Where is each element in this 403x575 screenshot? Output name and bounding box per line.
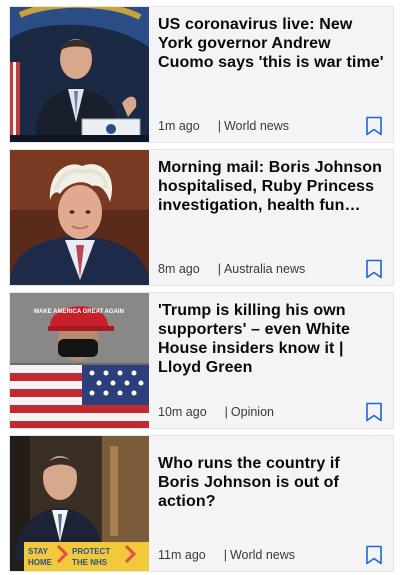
article-timestamp: 1m ago <box>158 119 200 133</box>
article-section: | Australia news <box>218 262 306 276</box>
bookmark-button[interactable] <box>365 259 383 279</box>
bookmark-icon <box>366 545 382 565</box>
article-image-2[interactable] <box>10 150 149 285</box>
meta-separator: | <box>217 119 221 133</box>
article-section-label: Australia news <box>223 262 306 276</box>
meta-separator: | <box>223 548 227 562</box>
article-headline[interactable]: 'Trump is killing his own supporters' – … <box>158 301 385 377</box>
article-card-1[interactable]: US coronavirus live: New York governor A… <box>9 6 394 143</box>
news-feed: US coronavirus live: New York governor A… <box>0 0 403 575</box>
cap-text: MAKE AMERICA GREAT AGAIN <box>34 309 124 315</box>
article-content-2: Morning mail: Boris Johnson hospitalised… <box>149 150 393 285</box>
podium-word-2: HOME <box>28 558 53 567</box>
article-meta: 1m ago | World news <box>158 119 289 133</box>
article-headline[interactable]: Who runs the country if Boris Johnson is… <box>158 454 385 511</box>
article-content-3: 'Trump is killing his own supporters' – … <box>149 293 393 428</box>
article-section: | Opinion <box>225 405 274 419</box>
article-headline[interactable]: Morning mail: Boris Johnson hospitalised… <box>158 158 385 215</box>
article-card-3[interactable]: MAKE AMERICA GREAT AGAIN 'Trump is killi… <box>9 292 394 429</box>
photo-andrew-cuomo-icon <box>10 7 149 142</box>
article-card-2[interactable]: Morning mail: Boris Johnson hospitalised… <box>9 149 394 286</box>
article-section: | World news <box>224 548 295 562</box>
bookmark-button[interactable] <box>365 116 383 136</box>
article-meta: 10m ago | Opinion <box>158 405 274 419</box>
article-section-label: World news <box>223 119 290 133</box>
article-timestamp: 10m ago <box>158 405 207 419</box>
bookmark-button[interactable] <box>365 545 383 565</box>
article-timestamp: 8m ago <box>158 262 200 276</box>
podium-word-1: STAY <box>28 547 49 556</box>
bookmark-button[interactable] <box>365 402 383 422</box>
article-section-label: World news <box>229 548 296 562</box>
article-section-label: Opinion <box>230 405 274 419</box>
article-section: | World news <box>218 119 289 133</box>
article-headline[interactable]: US coronavirus live: New York governor A… <box>158 15 385 72</box>
bookmark-icon <box>366 116 382 136</box>
article-meta: 11m ago | World news <box>158 548 295 562</box>
photo-masked-supporter-icon: MAKE AMERICA GREAT AGAIN <box>10 293 149 428</box>
article-card-4[interactable]: STAY HOME PROTECT THE NHS Who runs the c… <box>9 435 394 572</box>
article-image-1[interactable] <box>10 7 149 142</box>
article-content-4: Who runs the country if Boris Johnson is… <box>149 436 393 571</box>
article-timestamp: 11m ago <box>158 548 206 562</box>
article-image-4[interactable]: STAY HOME PROTECT THE NHS <box>10 436 149 571</box>
bookmark-icon <box>366 259 382 279</box>
article-content-1: US coronavirus live: New York governor A… <box>149 7 393 142</box>
podium-word-3: PROTECT <box>72 547 110 556</box>
article-image-3[interactable]: MAKE AMERICA GREAT AGAIN <box>10 293 149 428</box>
photo-boris-johnson-icon <box>10 150 149 285</box>
article-meta: 8m ago | Australia news <box>158 262 305 276</box>
photo-dominic-raab-icon: STAY HOME PROTECT THE NHS <box>10 436 149 571</box>
meta-separator: | <box>224 405 228 419</box>
podium-word-4: THE NHS <box>72 558 108 567</box>
meta-separator: | <box>217 262 221 276</box>
bookmark-icon <box>366 402 382 422</box>
